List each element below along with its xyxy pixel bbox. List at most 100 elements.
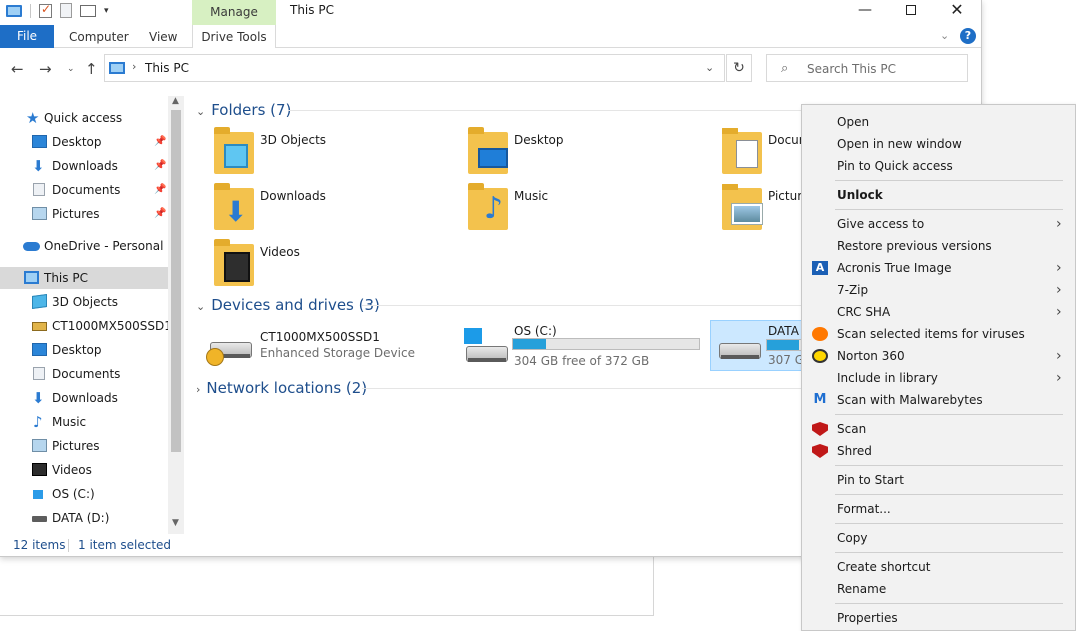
this-pc-icon[interactable]: [6, 4, 22, 17]
tab-file[interactable]: File: [0, 25, 54, 48]
submenu-arrow-icon: ›: [1056, 260, 1062, 276]
folder-tile-3d-objects[interactable]: 3D Objects: [214, 127, 454, 180]
menu-item-scan[interactable]: Scan: [804, 418, 1074, 440]
tab-view[interactable]: View: [149, 25, 177, 48]
sidebar-item-documents-pc[interactable]: Documents: [0, 363, 168, 385]
sidebar-item-onedrive[interactable]: OneDrive - Personal: [0, 235, 168, 257]
sidebar-item-label: 3D Objects: [52, 295, 119, 309]
title-bar: ▾ Manage This PC — ✕: [0, 0, 981, 25]
scroll-down-icon[interactable]: ▼: [172, 518, 179, 528]
help-icon[interactable]: ?: [960, 28, 976, 44]
sidebar-item-videos[interactable]: Videos: [0, 459, 168, 481]
network-group-header[interactable]: › Network locations (2): [196, 376, 367, 400]
sidebar-item-downloads-pc[interactable]: ⬇ Downloads: [0, 387, 168, 409]
search-input[interactable]: ⌕ Search This PC: [766, 54, 968, 82]
menu-item-restore-versions[interactable]: Restore previous versions: [804, 235, 1074, 257]
chevron-right-icon[interactable]: ›: [132, 60, 136, 73]
menu-item-7zip[interactable]: 7-Zip ›: [804, 279, 1074, 301]
sidebar-item-os-c[interactable]: OS (C:): [0, 483, 168, 505]
customize-toolbar-icon[interactable]: ▾: [104, 6, 109, 16]
desktop-icon: [32, 135, 47, 148]
scrollbar-thumb[interactable]: [171, 110, 181, 452]
menu-item-include-library[interactable]: Include in library ›: [804, 367, 1074, 389]
sidebar-item-desktop[interactable]: Desktop 📌: [0, 131, 168, 153]
menu-item-format[interactable]: Format...: [804, 498, 1074, 520]
menu-item-crc-sha[interactable]: CRC SHA ›: [804, 301, 1074, 323]
sidebar-item-ssd[interactable]: CT1000MX500SSD1: [0, 315, 172, 337]
maximize-button[interactable]: [888, 0, 934, 22]
sidebar-item-quick-access[interactable]: ★ Quick access: [0, 107, 168, 129]
menu-item-label: Include in library: [837, 371, 938, 385]
menu-item-open[interactable]: Open: [804, 111, 1074, 133]
tab-computer[interactable]: Computer: [69, 25, 129, 48]
back-button[interactable]: ←: [11, 60, 24, 78]
menu-item-unlock[interactable]: Unlock: [804, 184, 1074, 206]
folder-tile-pictures[interactable]: Pictures: [722, 184, 802, 236]
sidebar-item-label: Quick access: [44, 111, 123, 125]
menu-item-scan-viruses[interactable]: Scan selected items for viruses: [804, 323, 1074, 345]
sidebar-item-downloads[interactable]: ⬇ Downloads 📌: [0, 155, 168, 177]
folder-tile-downloads[interactable]: ⬇ Downloads: [214, 183, 454, 236]
menu-item-open-new-window[interactable]: Open in new window: [804, 133, 1074, 155]
forward-button[interactable]: →: [39, 60, 52, 78]
menu-item-copy[interactable]: Copy: [804, 527, 1074, 549]
menu-item-give-access[interactable]: Give access to ›: [804, 213, 1074, 235]
scroll-up-icon[interactable]: ▲: [172, 96, 179, 106]
menu-item-shred[interactable]: Shred: [804, 440, 1074, 462]
properties-check-icon[interactable]: [39, 2, 52, 18]
menu-item-label: Pin to Start: [837, 473, 904, 487]
new-folder-icon[interactable]: [60, 3, 72, 18]
sidebar-item-music[interactable]: ♪ Music: [0, 411, 168, 433]
tab-drive-tools[interactable]: Drive Tools: [192, 25, 276, 48]
drive-tile-ssd[interactable]: CT1000MX500SSD1 Enhanced Storage Device: [204, 324, 448, 376]
close-button[interactable]: ✕: [934, 0, 980, 22]
menu-item-label: Unlock: [837, 188, 883, 202]
menu-separator: [835, 523, 1063, 524]
menu-item-norton[interactable]: Norton 360 ›: [804, 345, 1074, 367]
sidebar-item-documents[interactable]: Documents 📌: [0, 179, 168, 201]
folder-tile-videos[interactable]: Videos: [214, 239, 454, 292]
sidebar-item-3d-objects[interactable]: 3D Objects: [0, 291, 168, 313]
menu-item-malwarebytes[interactable]: M Scan with Malwarebytes: [804, 389, 1074, 411]
documents-icon: [33, 183, 45, 196]
nav-scrollbar[interactable]: ▲ ▼: [168, 96, 184, 534]
expand-ribbon-icon[interactable]: ⌄: [940, 29, 949, 42]
menu-item-label: Pin to Quick access: [837, 159, 953, 173]
recent-locations-icon[interactable]: ⌄: [67, 64, 75, 74]
menu-item-label: Scan selected items for viruses: [837, 327, 1025, 341]
menu-item-rename[interactable]: Rename: [804, 578, 1074, 600]
videos-icon: [32, 463, 47, 476]
address-field[interactable]: › This PC ⌄: [104, 54, 725, 82]
menu-item-pin-quick-access[interactable]: Pin to Quick access: [804, 155, 1074, 177]
sidebar-item-label: Videos: [52, 463, 92, 477]
menu-item-acronis[interactable]: A Acronis True Image ›: [804, 257, 1074, 279]
folder-tile-music[interactable]: ♪ Music: [468, 183, 708, 236]
chevron-down-icon[interactable]: ⌄: [705, 61, 714, 74]
tab-manage[interactable]: Manage: [192, 0, 276, 25]
drive-tile-data-d[interactable]: DATA (D:) 307 GB free of 372 GB: [710, 320, 810, 371]
chevron-right-icon: ›: [196, 383, 201, 396]
up-button[interactable]: ↑: [85, 60, 98, 78]
refresh-button[interactable]: ↻: [726, 54, 752, 82]
sidebar-item-pictures[interactable]: Pictures 📌: [0, 203, 168, 225]
submenu-arrow-icon: ›: [1056, 370, 1062, 386]
folder-tile-desktop[interactable]: Desktop: [468, 127, 708, 180]
folders-group-header[interactable]: ⌄ Folders (7): [196, 98, 291, 122]
folder-tile-documents[interactable]: Documents: [722, 128, 802, 180]
window-title: This PC: [290, 3, 334, 17]
menu-item-create-shortcut[interactable]: Create shortcut: [804, 556, 1074, 578]
minimize-button[interactable]: —: [842, 0, 888, 22]
sidebar-item-pictures-pc[interactable]: Pictures: [0, 435, 168, 457]
menu-item-label: Shred: [837, 444, 872, 458]
menu-item-pin-start[interactable]: Pin to Start: [804, 469, 1074, 491]
sidebar-item-this-pc[interactable]: This PC: [0, 267, 168, 289]
properties-icon[interactable]: [80, 4, 96, 17]
sidebar-item-desktop-pc[interactable]: Desktop: [0, 339, 168, 361]
windows-drive-icon: [462, 324, 510, 372]
devices-group-header[interactable]: ⌄ Devices and drives (3): [196, 293, 380, 317]
submenu-arrow-icon: ›: [1056, 348, 1062, 364]
drive-tile-os-c[interactable]: OS (C:) 304 GB free of 372 GB: [462, 324, 706, 376]
sidebar-item-data-d[interactable]: DATA (D:): [0, 507, 168, 529]
menu-item-properties[interactable]: Properties: [804, 607, 1074, 629]
menu-item-label: Give access to: [837, 217, 925, 231]
